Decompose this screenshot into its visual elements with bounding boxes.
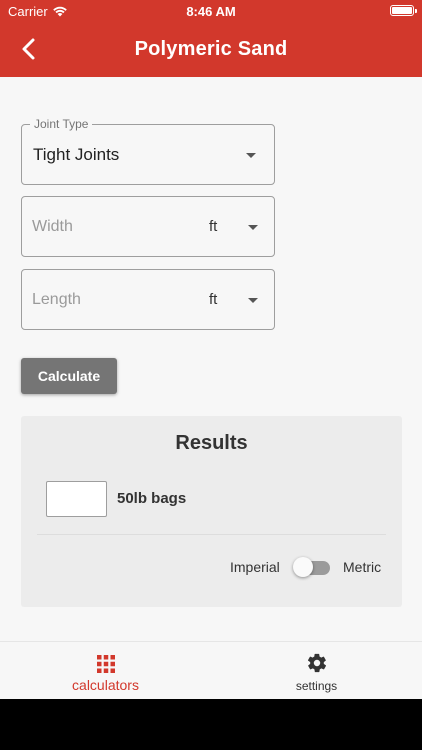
tab-settings[interactable]: settings [211,642,422,700]
joint-type-label: Joint Type [30,117,93,131]
status-bar: Carrier 8:46 AM [0,0,422,22]
page-title: Polymeric Sand [134,38,288,60]
tab-calculators[interactable]: calculators [0,642,211,700]
calculate-button[interactable]: Calculate [21,358,117,394]
imperial-label: Imperial [230,559,280,575]
tab-calculators-label: calculators [72,677,139,693]
chevron-down-icon [248,298,258,303]
bags-result-field [46,481,107,517]
joint-type-value: Tight Joints [33,145,120,164]
bags-result-label: 50lb bags [117,490,187,507]
width-unit-select[interactable]: ft [209,218,217,235]
metric-label: Metric [343,559,382,575]
battery-icon [390,5,417,16]
length-field[interactable]: Length ft [21,269,275,330]
chevron-down-icon [248,225,258,230]
width-input[interactable]: Width [32,218,73,236]
width-field[interactable]: Width ft [21,196,275,257]
tab-settings-label: settings [295,679,338,693]
length-unit-select[interactable]: ft [209,291,217,308]
bottom-tab-bar: calculators settings [0,641,422,699]
toggle-thumb[interactable] [293,557,313,577]
chevron-down-icon [246,153,256,158]
metric-toggle[interactable] [293,557,330,577]
status-time: 8:46 AM [186,4,236,19]
app-screen: Carrier 8:46 AM Polymeric Sand Joint Typ… [0,0,422,699]
results-title: Results [175,432,248,454]
results-panel: Results 50lb bags Imperial Metric [21,416,402,607]
length-input[interactable]: Length [32,291,81,309]
divider [37,534,386,535]
gear-icon [307,653,327,673]
grid-icon [97,655,115,673]
joint-type-select[interactable]: Joint Type Tight Joints [21,117,275,185]
app-header: Carrier 8:46 AM Polymeric Sand [0,0,422,77]
